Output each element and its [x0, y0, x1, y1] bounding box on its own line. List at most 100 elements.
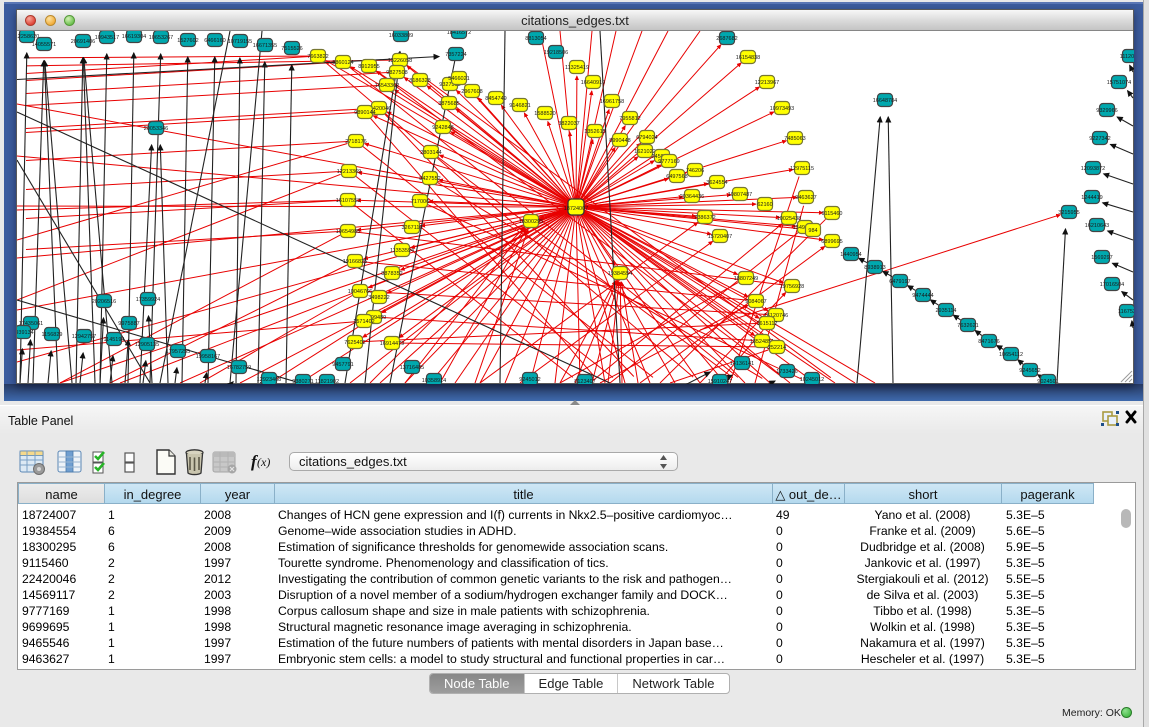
svg-text:8123407: 8123407: [574, 379, 595, 384]
svg-text:18416572: 18416572: [447, 31, 471, 36]
svg-text:18300295: 18300295: [519, 219, 543, 225]
svg-text:19218506: 19218506: [544, 50, 568, 56]
svg-text:2687682: 2687682: [716, 36, 737, 42]
svg-text:9084067: 9084067: [745, 299, 766, 305]
svg-text:7485063: 7485063: [784, 136, 805, 142]
svg-text:15720407: 15720407: [708, 234, 732, 240]
svg-text:11353594: 11353594: [390, 248, 414, 254]
svg-text:9245652: 9245652: [1019, 368, 1040, 374]
svg-text:2935114: 2935114: [935, 308, 956, 314]
svg-text:13716485: 13716485: [400, 365, 424, 371]
svg-text:16107553: 16107553: [336, 198, 360, 204]
svg-text:3215955: 3215955: [1058, 210, 1079, 216]
svg-text:7386372: 7386372: [694, 215, 715, 221]
svg-text:16961758: 16961758: [600, 99, 624, 105]
svg-text:717006: 717006: [411, 199, 429, 205]
svg-text:9474444: 9474444: [912, 293, 933, 299]
svg-text:2967608: 2967608: [461, 89, 482, 95]
svg-text:1352615: 1352615: [584, 129, 605, 135]
svg-text:16914479: 16914479: [380, 341, 404, 347]
svg-text:16619304: 16619304: [122, 34, 146, 40]
svg-text:16543362: 16543362: [375, 83, 399, 89]
svg-text:1112045: 1112045: [1120, 54, 1134, 60]
svg-text:18807249: 18807249: [734, 276, 758, 282]
svg-text:9242848: 9242848: [432, 125, 453, 131]
svg-text:6794024: 6794024: [636, 135, 657, 141]
svg-text:7663822: 7663822: [307, 54, 328, 60]
svg-text:12975115: 12975115: [790, 166, 814, 172]
svg-text:20053346: 20053346: [144, 126, 168, 132]
svg-text:1145194: 1145194: [103, 337, 124, 343]
svg-text:10654112: 10654112: [999, 352, 1023, 358]
svg-text:13226058: 13226058: [388, 58, 412, 64]
svg-text:6479197: 6479197: [889, 279, 910, 285]
svg-text:9380271: 9380271: [292, 379, 313, 384]
svg-text:9115460: 9115460: [821, 211, 842, 217]
svg-text:2718176: 2718176: [345, 139, 366, 145]
svg-text:8990448: 8990448: [609, 138, 630, 144]
svg-text:1156829: 1156829: [41, 332, 62, 338]
svg-text:14136141: 14136141: [730, 361, 754, 367]
svg-text:8878352: 8878352: [381, 271, 402, 277]
svg-text:62160: 62160: [757, 202, 772, 208]
svg-text:7357224: 7357224: [445, 52, 466, 58]
svg-text:16640910: 16640910: [581, 80, 605, 86]
svg-text:10245012: 10245012: [800, 377, 824, 383]
svg-text:1527602: 1527602: [177, 38, 198, 44]
svg-text:252214: 252214: [768, 345, 786, 351]
svg-text:10719155: 10719155: [228, 39, 252, 45]
svg-text:16154838: 16154838: [736, 55, 760, 61]
svg-text:9024501: 9024501: [1037, 379, 1058, 384]
svg-text:11821902: 11821902: [315, 379, 339, 384]
svg-text:8471676: 8471676: [978, 339, 999, 345]
svg-text:116753: 116753: [1118, 309, 1134, 315]
svg-text:16671355: 16671355: [253, 43, 277, 49]
svg-text:10973493: 10973493: [770, 106, 794, 112]
svg-text:1569297: 1569297: [1091, 255, 1112, 261]
svg-text:19756928: 19756928: [780, 284, 804, 290]
svg-text:9463627: 9463627: [795, 195, 816, 201]
svg-text:1588520: 1588520: [534, 111, 555, 117]
svg-text:12905135: 12905135: [135, 342, 159, 348]
svg-text:10943517: 10943517: [95, 35, 119, 41]
svg-text:17957255: 17957255: [166, 349, 190, 355]
svg-text:10358914: 10358914: [422, 378, 446, 384]
svg-text:2803144: 2803144: [420, 150, 441, 156]
svg-text:1440954: 1440954: [840, 252, 861, 258]
svg-text:3498222: 3498222: [368, 295, 389, 301]
svg-text:19654985: 19654985: [336, 229, 360, 235]
svg-text:(x): (x): [257, 455, 270, 469]
svg-text:12093872: 12093872: [1081, 166, 1105, 172]
svg-text:11325419: 11325419: [565, 65, 589, 71]
svg-text:9777169: 9777169: [658, 159, 679, 165]
svg-text:3624554: 3624554: [706, 180, 727, 186]
svg-text:12213369: 12213369: [337, 169, 361, 175]
svg-text:20691406: 20691406: [71, 39, 95, 45]
svg-text:1733426: 1733426: [776, 369, 797, 375]
svg-text:8427552: 8427552: [419, 176, 440, 182]
svg-text:6899695: 6899695: [821, 239, 842, 245]
svg-text:14055571: 14055571: [32, 42, 56, 48]
svg-text:8454749: 8454749: [485, 96, 506, 102]
svg-text:9146821: 9146821: [509, 103, 530, 109]
svg-text:1571402: 1571402: [353, 319, 374, 325]
svg-text:20206516: 20206516: [92, 299, 116, 305]
svg-text:9827508: 9827508: [386, 70, 407, 76]
svg-text:1244419: 1244419: [1081, 195, 1102, 201]
svg-text:16782759: 16782759: [227, 365, 251, 371]
svg-text:17016504: 17016504: [1100, 282, 1124, 288]
svg-text:8860124: 8860124: [332, 60, 353, 66]
svg-text:19958167: 19958167: [196, 354, 220, 360]
svg-text:9457791: 9457791: [332, 362, 353, 368]
svg-text:8186328: 8186328: [409, 78, 430, 84]
svg-text:19166825: 19166825: [343, 259, 367, 265]
svg-text:8938913: 8938913: [864, 265, 885, 271]
svg-text:7515526: 7515526: [281, 46, 302, 52]
svg-text:15751074: 15751074: [1107, 80, 1131, 86]
svg-text:5466021: 5466021: [448, 76, 469, 82]
svg-text:3267110: 3267110: [401, 225, 422, 231]
svg-text:6466160: 6466160: [204, 38, 225, 44]
svg-text:16210643: 16210643: [1085, 223, 1109, 229]
svg-text:16648784: 16648784: [873, 98, 897, 104]
svg-text:19384554: 19384554: [608, 271, 632, 277]
